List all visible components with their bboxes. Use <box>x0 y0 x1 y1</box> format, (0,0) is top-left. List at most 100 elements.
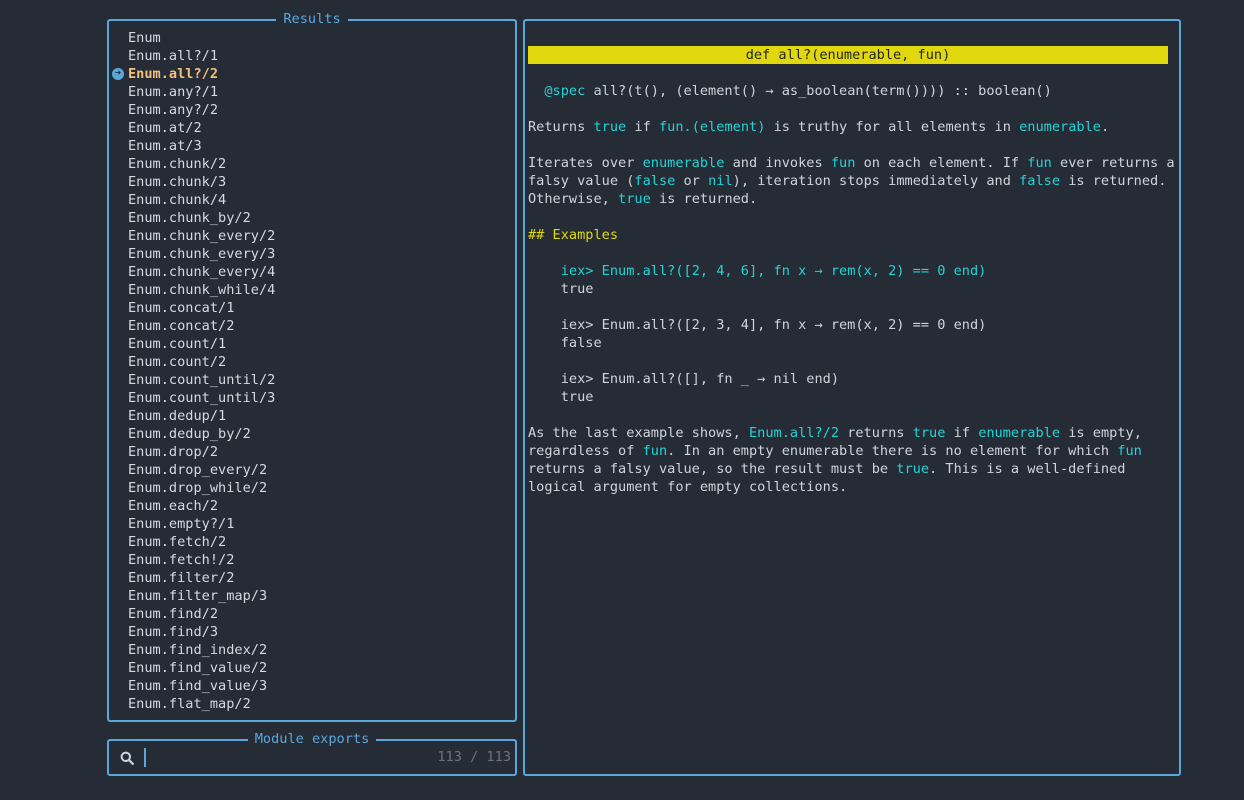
list-item-label: Enum.flat_map/2 <box>128 696 251 712</box>
list-item-label: Enum.empty?/1 <box>128 516 235 532</box>
list-item[interactable]: Enum.chunk_every/2 <box>109 227 515 245</box>
list-item-label: Enum <box>128 30 161 46</box>
doc-text-span: returns a falsy value, so the result mus… <box>528 461 897 477</box>
doc-text-span: all?(t(), (element() → as_boolean(term()… <box>585 83 1052 99</box>
list-item-label: Enum.chunk/3 <box>128 174 227 190</box>
results-panel: Results Enum Enum.all?/1 ➜ Enum.all?/2 Enum.… <box>107 11 517 722</box>
doc-text-span <box>528 263 561 279</box>
doc-text-span: Returns <box>528 119 594 135</box>
list-item-label: Enum.any?/2 <box>128 102 219 118</box>
doc-text-span: is returned. <box>650 191 758 207</box>
list-item[interactable]: Enum.chunk_every/4 <box>109 263 515 281</box>
list-item[interactable]: Enum.find/3 <box>109 623 515 641</box>
list-item-selected[interactable]: ➜ Enum.all?/2 <box>109 65 515 83</box>
doc-text-span: logical argument for empty collections. <box>528 479 848 495</box>
doc-line: Iterates over enumerable and invokes fun… <box>528 154 1175 172</box>
list-item-label: Enum.find/2 <box>128 606 219 622</box>
list-item-label: Enum.chunk_by/2 <box>128 210 251 226</box>
list-item-label: Enum.drop/2 <box>128 444 219 460</box>
list-item[interactable]: Enum.empty?/1 <box>109 515 515 533</box>
list-item[interactable]: Enum.dedup_by/2 <box>109 425 515 443</box>
list-item[interactable]: Enum.chunk/2 <box>109 155 515 173</box>
list-item[interactable]: Enum.chunk_by/2 <box>109 209 515 227</box>
list-item[interactable]: Enum.chunk_while/4 <box>109 281 515 299</box>
list-item[interactable]: Enum.dedup/1 <box>109 407 515 425</box>
list-item[interactable]: Enum.chunk_every/3 <box>109 245 515 263</box>
doc-line: regardless of fun. In an empty enumerabl… <box>528 442 1168 460</box>
results-list[interactable]: Enum Enum.all?/1 ➜ Enum.all?/2 Enum.any?/1 En… <box>109 29 515 713</box>
list-item[interactable]: Enum.drop_while/2 <box>109 479 515 497</box>
doc-code-span: fun.(element) <box>658 119 766 135</box>
search-title-wrap: Module exports <box>109 730 515 748</box>
list-item-label: Enum.find_index/2 <box>128 642 268 658</box>
list-item[interactable]: Enum.each/2 <box>109 497 515 515</box>
list-item[interactable]: Enum.all?/1 <box>109 47 515 65</box>
search-title: Module exports <box>247 731 377 747</box>
list-item[interactable]: Enum.chunk/4 <box>109 191 515 209</box>
list-item[interactable]: Enum.fetch/2 <box>109 533 515 551</box>
documentation-panel: def all?(enumerable, fun) @spec all?(t()… <box>523 19 1181 776</box>
list-item[interactable]: Enum.count_until/2 <box>109 371 515 389</box>
list-item[interactable]: Enum.find/2 <box>109 605 515 623</box>
list-item[interactable]: Enum.any?/1 <box>109 83 515 101</box>
doc-line: returns a falsy value, so the result mus… <box>528 460 1168 478</box>
doc-line: Otherwise, true is returned. <box>528 190 1168 208</box>
doc-text-span: returns <box>839 425 913 441</box>
list-item[interactable]: Enum.chunk/3 <box>109 173 515 191</box>
list-item[interactable]: Enum.drop_every/2 <box>109 461 515 479</box>
doc-text-span: Otherwise, <box>528 191 619 207</box>
results-title: Results <box>276 11 348 27</box>
list-item-label: Enum.chunk/2 <box>128 156 227 172</box>
doc-text-span: regardless of <box>528 443 643 459</box>
doc-text-span: ever returns a <box>1051 155 1175 171</box>
list-item[interactable]: Enum.flat_map/2 <box>109 695 515 713</box>
search-panel: Module exports 113 / 113 <box>107 731 517 776</box>
doc-code-span: ## Examples <box>528 227 619 243</box>
list-item[interactable]: Enum.filter/2 <box>109 569 515 587</box>
list-item-label: Enum.chunk_every/4 <box>128 264 276 280</box>
list-item[interactable]: Enum.filter_map/3 <box>109 587 515 605</box>
search-input[interactable] <box>149 748 429 767</box>
doc-text-span: on each element. If <box>855 155 1028 171</box>
selection-arrow-icon: ➜ <box>112 68 124 80</box>
list-item[interactable]: Enum.find_value/2 <box>109 659 515 677</box>
list-item[interactable]: Enum.find_index/2 <box>109 641 515 659</box>
list-item[interactable]: Enum.concat/1 <box>109 299 515 317</box>
list-item[interactable]: Enum.count/1 <box>109 335 515 353</box>
result-count: 113 / 113 <box>437 749 511 765</box>
doc-text-span: falsy value ( <box>528 173 635 189</box>
list-item[interactable]: Enum <box>109 29 515 47</box>
list-item[interactable]: Enum.fetch!/2 <box>109 551 515 569</box>
doc-line: @spec all?(t(), (element() → as_boolean(… <box>528 82 1168 100</box>
doc-text-span: true <box>528 389 594 405</box>
doc-code-span: enumerable <box>1019 119 1101 135</box>
list-item[interactable]: Enum.find_value/3 <box>109 677 515 695</box>
doc-line: true <box>528 388 1168 406</box>
list-item-label: Enum.any?/1 <box>128 84 219 100</box>
list-item-label: Enum.filter_map/3 <box>128 588 268 604</box>
list-item[interactable]: Enum.at/3 <box>109 137 515 155</box>
doc-text-span: ), iteration stops immediately and <box>732 173 1020 189</box>
text-cursor <box>144 748 146 767</box>
doc-text-span: is returned. <box>1060 173 1167 189</box>
list-item-label: Enum.all?/2 <box>128 66 219 82</box>
list-item[interactable]: Enum.concat/2 <box>109 317 515 335</box>
list-item[interactable]: Enum.count/2 <box>109 353 515 371</box>
search-icon <box>120 751 134 765</box>
list-item[interactable]: Enum.at/2 <box>109 119 515 137</box>
list-item-label: Enum.find/3 <box>128 624 219 640</box>
doc-code-span: iex> Enum.all?([2, 4, 6], fn x → rem(x, … <box>560 263 987 279</box>
doc-code-span: Enum.all?/2 <box>748 425 840 441</box>
list-item[interactable]: Enum.drop/2 <box>109 443 515 461</box>
doc-text-span: true <box>528 281 594 297</box>
list-item-label: Enum.filter/2 <box>128 570 235 586</box>
list-item-label: Enum.dedup_by/2 <box>128 426 251 442</box>
list-item-label: Enum.fetch!/2 <box>128 552 235 568</box>
list-item[interactable]: Enum.any?/2 <box>109 101 515 119</box>
list-item[interactable]: Enum.count_until/3 <box>109 389 515 407</box>
doc-line: Returns true if fun.(element) is truthy … <box>528 118 1168 136</box>
list-item-label: Enum.count_until/3 <box>128 390 276 406</box>
